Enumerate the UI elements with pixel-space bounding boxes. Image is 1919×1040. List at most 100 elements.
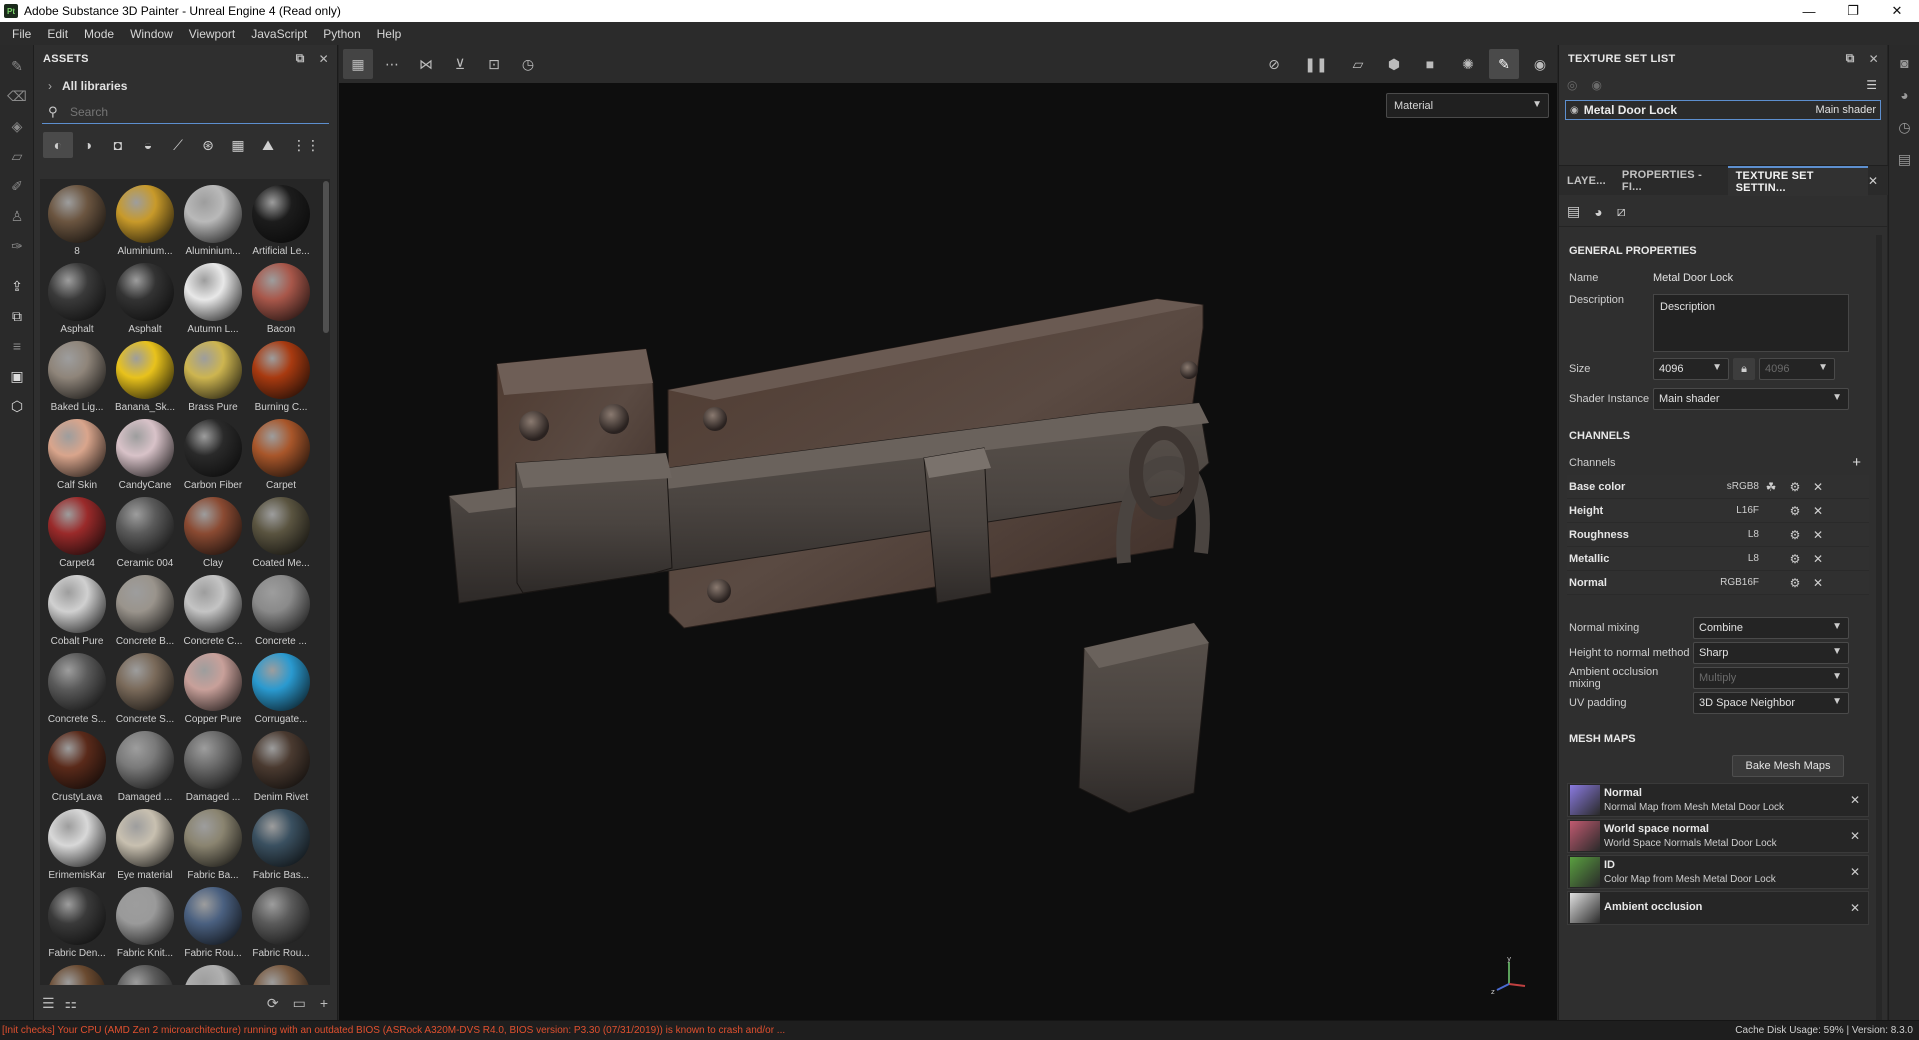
color-profile-icon[interactable]: ☘ [1759,480,1783,494]
asset-item[interactable]: Carpet4 [43,497,111,575]
fit-view-icon[interactable]: ⊡ [479,49,509,79]
eye-icon[interactable]: ◉ [1570,105,1579,116]
asset-item[interactable]: Concrete B... [111,575,179,653]
settings-scrollbar[interactable] [1876,235,1882,1020]
asset-item[interactable] [247,965,315,985]
smart-materials-filter-icon[interactable]: ◑ [73,132,103,158]
mesh-map-row[interactable]: Ambient occlusion ✕ [1567,891,1869,925]
channel-row[interactable]: Height L16F ⚙ ✕ [1567,499,1869,523]
asset-item[interactable]: Fabric Bas... [247,809,315,887]
view-2d-icon[interactable]: ▱ [1343,49,1373,79]
layers-icon[interactable]: ≡ [0,331,34,361]
paint-brush-icon[interactable]: ✎ [0,51,34,81]
normal-mixing-select[interactable]: Combine ▼ [1693,616,1849,639]
asset-item[interactable]: Concrete S... [43,653,111,731]
menu-edit[interactable]: Edit [39,27,76,41]
settings-icon[interactable]: ▤ [1567,203,1580,220]
remove-channel-icon[interactable]: ✕ [1807,528,1829,542]
channel-row[interactable]: Normal RGB16F ⚙ ✕ [1567,571,1869,595]
grid-options-icon[interactable]: ⋯ [377,49,407,79]
asset-item[interactable]: Brass Pure [179,341,247,419]
asset-item[interactable]: Artificial Le... [247,185,315,263]
menu-javascript[interactable]: JavaScript [243,27,315,41]
menu-icon[interactable]: ☰ [1866,78,1877,92]
color-picker-icon[interactable]: ✑ [0,231,34,261]
symmetry-icon[interactable]: ⋈ [411,49,441,79]
bake-icon[interactable]: ⧉ [0,301,34,331]
status-warning[interactable]: [Init checks] Your CPU (AMD Zen 2 microa… [0,1025,785,1036]
history-panel-icon[interactable]: ◷ [1889,111,1919,143]
asset-item[interactable]: Carbon Fiber [179,419,247,497]
eraser-icon[interactable]: ⌫ [0,81,34,111]
remove-channel-icon[interactable]: ✕ [1807,552,1829,566]
hide-icon[interactable]: ⊘ [1259,49,1289,79]
asset-item[interactable]: Concrete C... [179,575,247,653]
asset-item[interactable]: Clay [179,497,247,575]
asset-item[interactable]: Burning C... [247,341,315,419]
asset-item[interactable]: Calf Skin [43,419,111,497]
uv-grid-icon[interactable]: ▦ [343,49,373,79]
remove-mesh-map-icon[interactable]: ✕ [1850,829,1860,843]
box-icon[interactable]: ⬡ [0,391,34,421]
asset-item[interactable]: Fabric Knit... [111,887,179,965]
tab-layers[interactable]: LAYE... [1559,166,1614,196]
menu-mode[interactable]: Mode [76,27,122,41]
asset-item[interactable]: Coated Me... [247,497,315,575]
refresh-icon[interactable]: ⟳ [267,995,279,1012]
channel-format[interactable]: sRGB8 [1719,481,1759,492]
tab-texture-set-settings[interactable]: TEXTURE SET SETTIN... [1727,165,1868,196]
remove-channel-icon[interactable]: ✕ [1807,576,1829,590]
asset-item[interactable]: Copper Pure [179,653,247,731]
add-channel-icon[interactable]: + [1852,454,1861,471]
library-view-icon[interactable]: ⚏ [65,995,78,1012]
close-icon[interactable]: ✕ [319,52,329,66]
camera-settings-icon[interactable]: ◙ [1889,47,1919,79]
channel-row[interactable]: Metallic L8 ⚙ ✕ [1567,547,1869,571]
door-lock-model[interactable] [339,83,1557,1020]
bake-mesh-maps-button[interactable]: Bake Mesh Maps [1732,755,1844,777]
visibility-off-icon[interactable]: ◎ [1567,78,1577,92]
material-icon[interactable]: ◕ [1594,204,1602,220]
channel-settings-icon[interactable]: ⚙ [1783,552,1807,566]
lock-icon[interactable]: 🔒︎ [1733,358,1755,380]
search-input[interactable] [70,104,290,119]
remove-mesh-map-icon[interactable]: ✕ [1850,901,1860,915]
add-icon[interactable]: + [320,995,328,1012]
list-view-icon[interactable]: ☰ [42,995,55,1012]
remove-channel-icon[interactable]: ✕ [1807,480,1829,494]
channel-format[interactable]: L8 [1719,553,1759,564]
asset-item[interactable]: ErimemisKar [43,809,111,887]
asset-item[interactable]: Concrete S... [111,653,179,731]
clone-stamp-icon[interactable]: ♙ [0,201,34,231]
asset-item[interactable] [43,965,111,985]
channel-settings-icon[interactable]: ⚙ [1783,528,1807,542]
asset-item[interactable]: Asphalt [111,263,179,341]
channel-settings-icon[interactable]: ⚙ [1783,576,1807,590]
asset-item[interactable]: Fabric Rou... [179,887,247,965]
asset-item[interactable]: Carpet [247,419,315,497]
asset-item[interactable]: Damaged ... [111,731,179,809]
texture-set-shader[interactable]: Main shader [1815,104,1876,116]
asset-item[interactable]: 8 [43,185,111,263]
minimize-button[interactable]: — [1787,0,1831,22]
environments-filter-icon[interactable]: ⛰ [253,132,283,158]
asset-item[interactable]: Cobalt Pure [43,575,111,653]
size-select[interactable]: 4096 ▼ [1653,358,1729,380]
log-icon[interactable]: ▤ [1889,143,1919,175]
close-window-button[interactable]: ✕ [1875,0,1919,22]
all-libraries-row[interactable]: › All libraries [34,72,337,100]
remove-mesh-map-icon[interactable]: ✕ [1850,865,1860,879]
channel-format[interactable]: L16F [1719,505,1759,516]
name-value[interactable]: Metal Door Lock [1653,272,1733,284]
asset-item[interactable]: Asphalt [43,263,111,341]
asset-item[interactable]: Ceramic 004 [111,497,179,575]
description-field[interactable]: Description [1653,294,1849,352]
generators-filter-icon[interactable]: ◒ [133,132,163,158]
asset-item[interactable]: Fabric Den... [43,887,111,965]
polygon-fill-icon[interactable]: ▱ [0,141,34,171]
menu-viewport[interactable]: Viewport [181,27,243,41]
channel-format[interactable]: RGB16F [1719,577,1759,588]
remove-mesh-map-icon[interactable]: ✕ [1850,793,1860,807]
texture-set-row[interactable]: ◉ Metal Door Lock Main shader [1565,100,1881,120]
undock-icon[interactable]: ⧉ [296,51,305,66]
